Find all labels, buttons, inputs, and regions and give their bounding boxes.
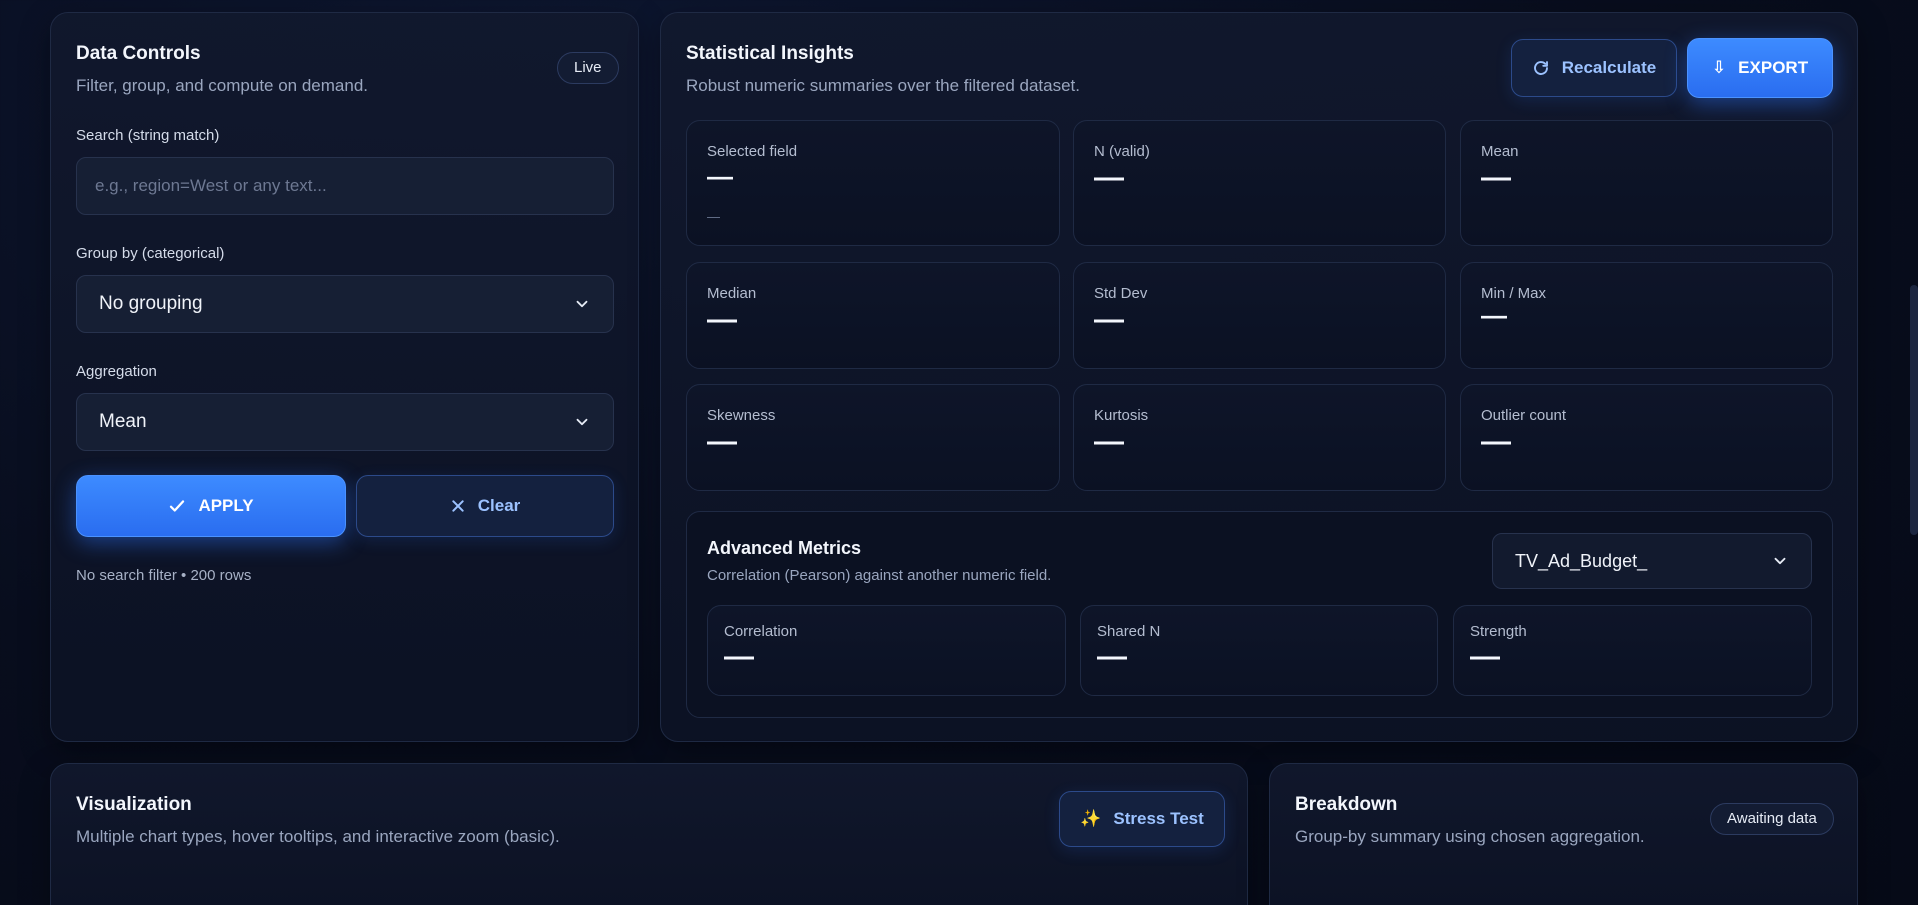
data-controls-subtitle: Filter, group, and compute on demand.	[76, 76, 369, 95]
page-scrollbar[interactable]	[1910, 285, 1918, 535]
metric-shared-n: Shared N —	[1080, 605, 1438, 696]
stat-n-valid: N (valid) —	[1073, 120, 1446, 246]
group-by-label: Group by (categorical)	[76, 245, 225, 262]
stat-value: —	[1481, 161, 1511, 194]
stat-label: Skewness	[707, 407, 776, 424]
visualization-card: Visualization Multiple chart types, hove…	[50, 763, 1248, 905]
data-controls-title: Data Controls	[76, 43, 201, 64]
chevron-down-icon	[576, 418, 588, 426]
stat-label: Kurtosis	[1094, 407, 1149, 424]
stat-std-dev: Std Dev —	[1073, 262, 1446, 369]
clear-button[interactable]: Clear	[356, 475, 614, 537]
stat-value: —	[1094, 303, 1124, 336]
check-icon	[170, 500, 185, 512]
aggregation-label: Aggregation	[76, 363, 157, 380]
metric-value: —	[1470, 640, 1500, 673]
advanced-title: Advanced Metrics	[707, 538, 862, 558]
apply-button[interactable]: APPLY	[76, 475, 346, 537]
live-badge: Live	[557, 52, 619, 84]
clear-label: Clear	[477, 496, 521, 515]
metric-value: —	[724, 640, 754, 673]
stat-label: Selected field	[707, 143, 798, 160]
group-by-select[interactable]: No grouping	[76, 275, 614, 333]
export-label: EXPORT	[1738, 58, 1809, 77]
stat-min-max: Min / Max —	[1460, 262, 1833, 369]
export-button[interactable]: ⇩ EXPORT	[1687, 38, 1833, 98]
stat-skewness: Skewness —	[686, 384, 1060, 491]
chevron-down-icon	[1774, 557, 1786, 565]
recalculate-label: Recalculate	[1561, 58, 1657, 77]
refresh-icon	[1533, 61, 1548, 75]
filter-status: No search filter • 200 rows	[76, 567, 252, 584]
metric-label: Correlation	[724, 623, 798, 640]
visualization-subtitle: Multiple chart types, hover tooltips, an…	[76, 827, 560, 846]
apply-label: APPLY	[198, 496, 254, 515]
metric-strength: Strength —	[1453, 605, 1812, 696]
metric-correlation: Correlation —	[707, 605, 1066, 696]
stat-label: N (valid)	[1094, 143, 1150, 160]
stat-kurtosis: Kurtosis —	[1073, 384, 1446, 491]
metric-value: —	[1097, 640, 1127, 673]
visualization-title: Visualization	[76, 794, 192, 815]
stat-value: —	[707, 303, 737, 336]
search-label: Search (string match)	[76, 127, 220, 144]
stat-value: —	[1094, 161, 1124, 194]
stat-selected-field: Selected field — —	[686, 120, 1060, 246]
insights-subtitle: Robust numeric summaries over the filter…	[686, 76, 1081, 95]
stat-sub: —	[707, 209, 720, 224]
stat-value: —	[1481, 425, 1511, 458]
stat-value: —	[1481, 300, 1507, 330]
search-input[interactable]	[76, 157, 614, 215]
stat-value: —	[707, 161, 733, 191]
stress-test-label: Stress Test	[1113, 809, 1204, 828]
insights-title: Statistical Insights	[686, 43, 854, 64]
advanced-subtitle: Correlation (Pearson) against another nu…	[707, 567, 1052, 584]
stress-test-button[interactable]: ✨ Stress Test	[1059, 791, 1225, 847]
aggregation-select[interactable]: Mean	[76, 393, 614, 451]
stat-mean: Mean —	[1460, 120, 1833, 246]
awaiting-data-badge: Awaiting data	[1710, 803, 1834, 835]
stat-outlier-count: Outlier count —	[1460, 384, 1833, 491]
statistical-insights-card: Statistical Insights Robust numeric summ…	[660, 12, 1858, 742]
stat-median: Median —	[686, 262, 1060, 369]
sparkles-icon: ✨	[1080, 809, 1102, 828]
aggregation-value: Mean	[99, 411, 147, 432]
close-icon	[452, 500, 464, 512]
stat-label: Std Dev	[1094, 285, 1148, 302]
metric-label: Strength	[1470, 623, 1527, 640]
breakdown-subtitle: Group-by summary using chosen aggregatio…	[1295, 827, 1645, 846]
recalculate-button[interactable]: Recalculate	[1511, 39, 1677, 97]
group-by-value: No grouping	[99, 293, 203, 314]
breakdown-card: Breakdown Group-by summary using chosen …	[1269, 763, 1858, 905]
stat-value: —	[1094, 425, 1124, 458]
correlation-field-value: TV_Ad_Budget_	[1515, 550, 1648, 571]
stat-label: Mean	[1481, 143, 1519, 160]
chevron-down-icon	[576, 300, 588, 308]
download-icon: ⇩	[1711, 58, 1727, 77]
correlation-field-select[interactable]: TV_Ad_Budget_	[1492, 533, 1812, 589]
breakdown-title: Breakdown	[1295, 794, 1398, 815]
stat-label: Median	[707, 285, 757, 302]
stat-value: —	[707, 425, 737, 458]
data-controls-card: Data Controls Filter, group, and compute…	[50, 12, 639, 742]
metric-label: Shared N	[1097, 623, 1161, 640]
advanced-metrics-panel: Advanced Metrics Correlation (Pearson) a…	[686, 511, 1833, 718]
stat-label: Outlier count	[1481, 407, 1567, 424]
